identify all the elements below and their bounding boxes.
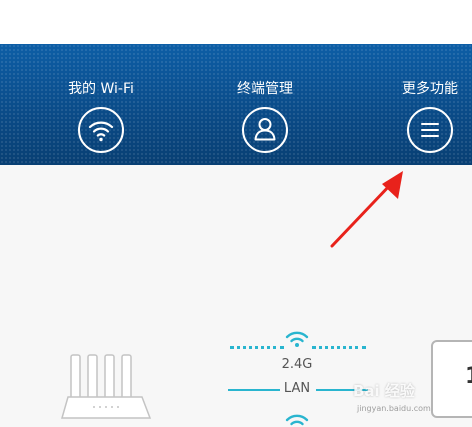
side-device-glyph: 1	[465, 364, 472, 389]
top-navigation-bar: 我的 Wi-Fi 终端管理 更多功能	[0, 44, 472, 165]
nav-my-wifi[interactable]: 我的 Wi-Fi	[41, 80, 161, 154]
band-right-dotted-line	[312, 346, 366, 349]
nav-terminal-management-label: 终端管理	[237, 81, 293, 97]
watermark-sub: jingyan.baidu.com	[357, 404, 431, 413]
nav-more-functions-label: 更多功能	[402, 81, 458, 97]
annotation-arrow-icon	[330, 171, 403, 248]
watermark-text: Bai 经验	[353, 382, 415, 400]
band-wifi-icon	[285, 331, 309, 347]
band-label: 2.4G	[281, 357, 313, 372]
watermark: Bai 经验 jingyan.baidu.com	[353, 380, 445, 420]
user-icon[interactable]	[241, 106, 289, 154]
lan-label: LAN	[283, 381, 311, 396]
band-left-dotted-line	[230, 346, 284, 349]
nav-terminal-management[interactable]: 终端管理	[205, 80, 325, 154]
router-icon	[61, 354, 152, 419]
nav-my-wifi-label: 我的 Wi-Fi	[68, 81, 134, 97]
menu-icon[interactable]	[406, 106, 454, 154]
top-blank-area	[0, 0, 472, 44]
wifi-icon[interactable]	[77, 106, 125, 154]
band2-wifi-icon	[285, 414, 309, 426]
nav-more-functions[interactable]: 更多功能	[370, 80, 472, 154]
